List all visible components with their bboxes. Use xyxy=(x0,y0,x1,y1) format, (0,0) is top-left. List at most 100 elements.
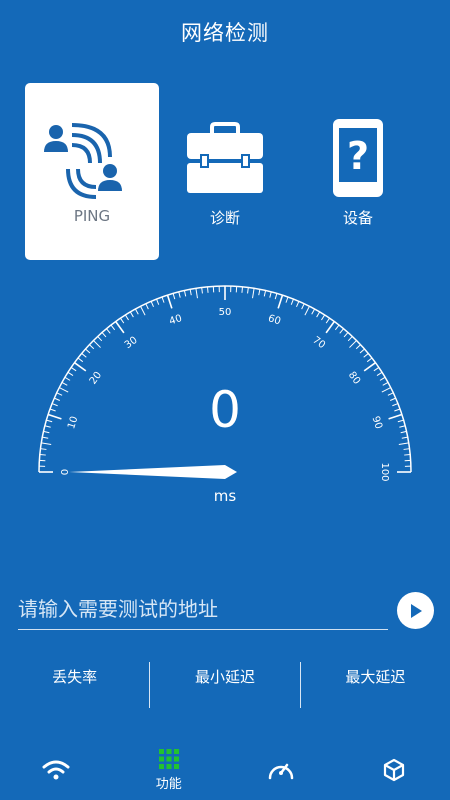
mode-label-ping: PING xyxy=(73,207,111,225)
gauge-tick xyxy=(334,324,340,331)
tab-functions-label: 功能 xyxy=(155,777,182,792)
grid-icon xyxy=(158,749,179,769)
gauge-tick-label: 100 xyxy=(379,462,390,481)
gauge-tick xyxy=(93,340,101,348)
tab-wifi[interactable] xyxy=(0,740,113,800)
gauge-tick xyxy=(363,362,376,372)
gauge-unit: ms xyxy=(213,487,237,505)
tab-cube[interactable] xyxy=(338,740,450,800)
gauge-tick xyxy=(241,286,244,293)
stat-max-latency: 最大延迟 xyxy=(345,668,406,686)
phone-question-icon: ? xyxy=(308,119,408,199)
mode-card-diagnose[interactable]: 诊断 xyxy=(158,83,292,260)
toolbox-icon xyxy=(175,119,275,199)
gauge-tick xyxy=(274,293,278,300)
cube-icon xyxy=(383,758,404,782)
gauge-tick xyxy=(247,287,249,294)
gauge-tick xyxy=(77,357,84,363)
gauge-tick xyxy=(201,287,203,294)
bottom-tab-bar: 功能 xyxy=(0,740,450,800)
gauge-tick xyxy=(161,296,165,303)
gauge-tick xyxy=(325,317,330,324)
gauge-tick xyxy=(67,371,74,376)
gauge-tick xyxy=(40,448,47,450)
gauge-tick xyxy=(311,308,316,315)
svg-text:?: ? xyxy=(347,134,369,178)
gauge-tick xyxy=(81,353,87,358)
gauge-tick xyxy=(145,303,149,310)
gauge-tick xyxy=(277,294,284,309)
gauge-tick xyxy=(403,448,410,450)
gauge-tick xyxy=(206,286,209,293)
gauge-tick xyxy=(124,314,129,321)
gauge-tick xyxy=(347,336,353,342)
start-test-button[interactable] xyxy=(397,592,434,629)
gauge-tick xyxy=(321,314,326,321)
gauge-tick xyxy=(379,376,386,381)
gauge-tick xyxy=(349,340,357,348)
gauge-tick xyxy=(74,362,87,372)
speedometer-icon xyxy=(269,763,294,780)
tab-functions[interactable]: 功能 xyxy=(113,740,226,800)
gauge-tick xyxy=(263,290,267,297)
gauge-tick xyxy=(398,442,409,445)
gauge-tick xyxy=(285,296,289,303)
mode-label-diagnose: 诊断 xyxy=(209,209,240,227)
play-icon xyxy=(410,603,422,618)
gauge-tick xyxy=(343,332,349,338)
gauge-tick xyxy=(373,367,380,372)
stat-min-latency: 最小延迟 xyxy=(194,668,255,686)
gauge-tick xyxy=(252,288,255,299)
stat-packet-loss: 丢失率 xyxy=(52,668,98,686)
gauge-tick xyxy=(301,303,305,310)
gauge-value: 0 xyxy=(209,381,241,439)
mode-card-ping[interactable]: PING xyxy=(25,83,159,260)
gauge-tick-label: 60 xyxy=(267,313,283,327)
gauge-tick xyxy=(156,298,160,305)
gauge-tick xyxy=(101,332,107,338)
gauge-tick-label: 40 xyxy=(168,313,184,327)
stats-row: 丢失率 最小延迟 最大延迟 xyxy=(0,660,450,708)
gauge-tick xyxy=(296,301,300,308)
gauge-tick xyxy=(355,344,361,350)
gauge-tick xyxy=(85,348,91,354)
mode-label-device: 设备 xyxy=(342,209,373,227)
gauge-tick xyxy=(39,453,46,456)
gauge-tick xyxy=(258,289,261,296)
mode-card-device[interactable]: ? 设备 xyxy=(291,83,425,260)
gauge-tick xyxy=(115,321,125,334)
gauge-tick xyxy=(195,288,198,299)
gauge-tick xyxy=(106,328,111,334)
gauge-tick xyxy=(89,344,95,350)
gauge-needle xyxy=(69,465,237,479)
gauge-tick xyxy=(150,301,154,308)
gauge-tick xyxy=(363,353,369,358)
gauge-tick xyxy=(172,293,176,300)
gauge-tick xyxy=(376,371,383,376)
gauge-tick xyxy=(189,289,192,296)
gauge-tick xyxy=(70,367,77,372)
address-input[interactable] xyxy=(18,592,388,630)
gauge-tick xyxy=(97,336,103,342)
wifi-icon xyxy=(42,760,70,780)
gauge-tick xyxy=(41,442,52,445)
gauge-tick xyxy=(304,306,310,316)
page-title: 网络检测 xyxy=(181,21,269,45)
gauge-tick xyxy=(166,294,173,309)
gauge-tick-label: 30 xyxy=(123,335,140,351)
gauge-tick xyxy=(140,306,146,316)
gauge-tick-label: 50 xyxy=(219,307,232,318)
gauge-tick xyxy=(183,290,187,297)
gauge-tick xyxy=(120,317,125,324)
gauge-tick xyxy=(339,328,344,334)
gauge-tick xyxy=(178,291,181,298)
gauge-tick xyxy=(404,453,411,456)
gauge-tick xyxy=(359,348,365,354)
ping-network-icon xyxy=(42,119,142,199)
gauge-tick xyxy=(64,376,71,381)
gauge-tick xyxy=(129,311,134,318)
tab-speed[interactable] xyxy=(225,740,338,800)
gauge-tick xyxy=(290,298,294,305)
gauge-tick xyxy=(325,321,335,334)
gauge-tick xyxy=(269,291,272,298)
